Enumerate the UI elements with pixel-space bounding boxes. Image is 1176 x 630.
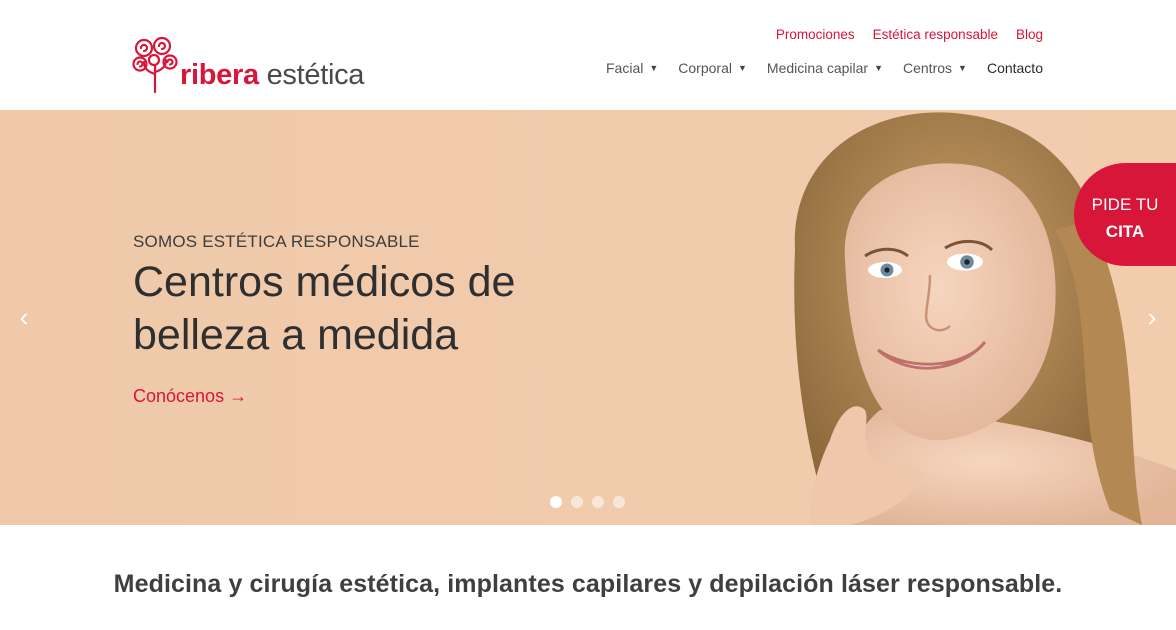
hero-copy: SOMOS ESTÉTICA RESPONSABLE Centros médic…: [133, 232, 563, 407]
nav-item-label: Facial: [606, 60, 644, 76]
logo-tree-icon: [132, 36, 178, 94]
logo-strong-text: ribera: [180, 59, 259, 91]
chevron-left-icon[interactable]: ‹: [14, 304, 34, 330]
site-header: ribera estética Promociones Estética res…: [0, 0, 1176, 110]
nav-item-medicina-capilar[interactable]: Medicina capilar ▼: [767, 60, 883, 76]
nav-item-label: Corporal: [678, 60, 732, 76]
badge-line-2: CITA: [1105, 222, 1145, 241]
caret-down-icon: ▼: [958, 63, 967, 73]
nav-item-corporal[interactable]: Corporal ▼: [678, 60, 747, 76]
carousel-dot-4[interactable]: [613, 496, 625, 508]
hero-headline: Centros médicos de belleza a medida: [133, 258, 516, 359]
carousel-pagination: [550, 496, 625, 508]
hero-eyebrow: SOMOS ESTÉTICA RESPONSABLE: [133, 232, 420, 251]
top-nav: Promociones Estética responsable Blog: [776, 27, 1043, 42]
section-tagline: Medicina y cirugía estética, implantes c…: [113, 570, 1063, 598]
nav-item-centros[interactable]: Centros ▼: [903, 60, 967, 76]
conocenos-link[interactable]: Conócenos →: [133, 386, 247, 407]
logo-wordmark: ribera estética: [180, 61, 364, 94]
caret-down-icon: ▼: [874, 63, 883, 73]
topnav-promociones-link[interactable]: Promociones: [776, 27, 855, 42]
topnav-blog-link[interactable]: Blog: [1016, 27, 1043, 42]
nav-item-label: Contacto: [986, 60, 1043, 76]
carousel-dot-2[interactable]: [571, 496, 583, 508]
logo[interactable]: ribera estética: [132, 34, 364, 94]
badge-line-1: PIDE TU: [1091, 195, 1159, 214]
main-nav: Facial ▼ Corporal ▼ Medicina capilar ▼ C…: [606, 60, 1043, 76]
logo-light-text: estética: [266, 59, 365, 91]
nav-item-label: Medicina capilar: [766, 60, 869, 76]
caret-down-icon: ▼: [737, 63, 747, 73]
nav-item-label: Centros: [903, 60, 953, 76]
caret-down-icon: ▼: [649, 63, 659, 73]
nav-item-contacto[interactable]: Contacto: [987, 60, 1043, 76]
pide-tu-cita-button[interactable]: PIDE TU CITA: [1074, 163, 1176, 266]
chevron-right-icon[interactable]: ›: [1142, 304, 1162, 330]
nav-item-facial[interactable]: Facial ▼: [606, 60, 658, 76]
topnav-estetica-responsable-link[interactable]: Estética responsable: [873, 27, 998, 42]
hero-carousel: SOMOS ESTÉTICA RESPONSABLE Centros médic…: [0, 110, 1176, 525]
carousel-dot-1[interactable]: [550, 496, 562, 508]
carousel-dot-3[interactable]: [592, 496, 604, 508]
